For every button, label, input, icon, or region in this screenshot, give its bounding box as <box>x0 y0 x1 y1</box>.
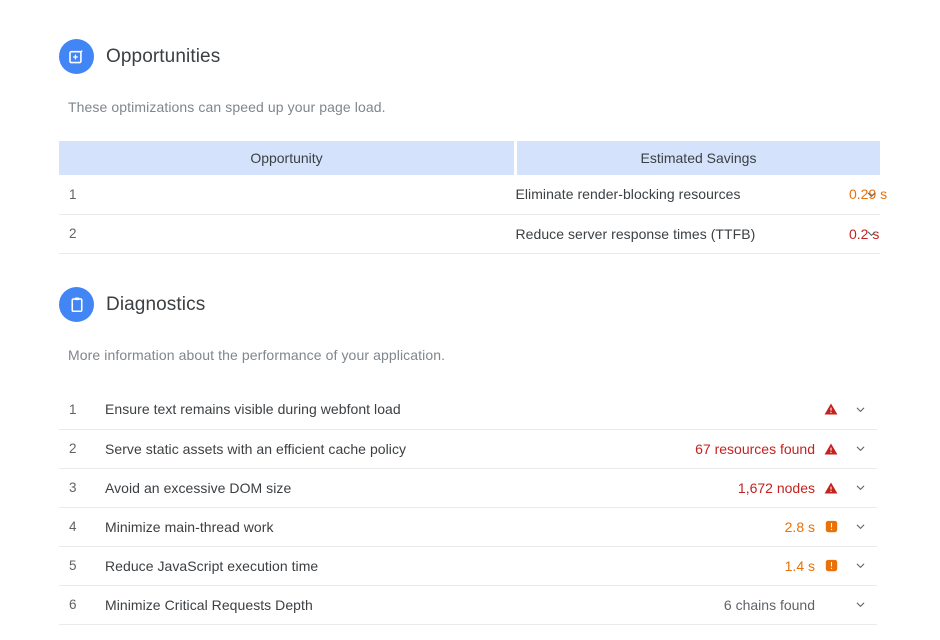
opportunities-title: Opportunities <box>106 45 221 67</box>
opportunities-table-header-row: Opportunity Estimated Savings <box>59 141 880 175</box>
diagnostic-value-wrap <box>577 400 877 418</box>
opportunity-page-sparkle-icon <box>59 39 94 74</box>
diagnostic-row-title: Avoid an excessive DOM size <box>105 479 292 496</box>
opportunities-table-body: 1 Eliminate render-blocking resources 0.29… <box>59 175 887 253</box>
opportunity-row-index: 1 <box>69 186 77 202</box>
chevron-down-icon[interactable] <box>862 225 880 243</box>
error-triangle-icon <box>824 481 838 495</box>
diagnostic-value-cell <box>577 390 877 429</box>
chevron-down-icon[interactable] <box>851 400 869 418</box>
opportunity-row-title: Reduce server response times (TTFB) <box>515 225 756 242</box>
opportunity-row-title: Eliminate render-blocking resources <box>515 186 741 203</box>
diagnostic-value-cell: 1.4 s <box>577 546 877 585</box>
diagnostics-description: More information about the performance o… <box>68 347 446 363</box>
opportunity-savings-wrap: 0.2 s <box>849 225 880 242</box>
lighthouse-report-body: Opportunities These optimizations can sp… <box>0 0 940 640</box>
diagnostics-table-body: 1 Ensure text remains visible during webf… <box>59 390 877 624</box>
diagnostic-row-title: Minimize Critical Requests Depth <box>105 596 313 613</box>
diagnostic-row[interactable]: 5 Reduce JavaScript execution time 1.4 s <box>59 546 877 585</box>
chevron-down-icon[interactable] <box>851 440 869 458</box>
opportunity-row[interactable]: 2 Reduce server response times (TTFB) 0.2 … <box>59 214 880 253</box>
diagnostic-value-cell: 67 resources found <box>577 429 877 468</box>
opportunities-description: These optimizations can speed up your pa… <box>68 99 386 115</box>
diagnostic-value: 1.4 s <box>784 557 815 574</box>
diagnostic-row-index: 1 <box>69 401 77 417</box>
opportunity-savings-wrap: 0.29 s <box>849 186 888 203</box>
diagnostic-row[interactable]: 3 Avoid an excessive DOM size 1,672 nodes <box>59 468 877 507</box>
diagnostic-row-title: Reduce JavaScript execution time <box>105 557 319 574</box>
diagnostic-row-title: Minimize main-thread work <box>105 518 274 535</box>
diagnostic-row-index: 3 <box>69 480 77 495</box>
opportunities-section-header: Opportunities <box>59 39 220 74</box>
diagnostic-row-title: Ensure text remains visible during webfo… <box>105 401 401 418</box>
chevron-down-icon[interactable] <box>851 518 869 536</box>
diagnostics-title: Diagnostics <box>106 293 206 315</box>
opportunities-table: Opportunity Estimated Savings 1 Eliminate… <box>59 141 887 254</box>
diagnostic-value: 6 chains found <box>723 596 815 613</box>
diagnostic-row-index: 2 <box>69 441 77 456</box>
diagnostic-value-cell: 1,672 nodes <box>577 468 877 507</box>
diagnostic-value: 2.8 s <box>784 518 815 535</box>
column-header-estimated-savings: Estimated Savings <box>515 141 880 175</box>
diagnostic-row[interactable]: 6 Minimize Critical Requests Depth 6 chain… <box>59 585 877 624</box>
diagnostics-section-header: Diagnostics <box>59 287 205 322</box>
error-triangle-icon <box>824 402 838 416</box>
opportunity-row[interactable]: 1 Eliminate render-blocking resources 0.29… <box>59 175 887 214</box>
chevron-down-icon[interactable] <box>862 185 880 203</box>
diagnostic-row-title: Serve static assets with an efficient ca… <box>105 440 407 457</box>
diagnostic-value-wrap: 1.4 s <box>577 557 877 575</box>
diagnostic-row-index: 6 <box>69 597 77 612</box>
diagnostic-value-wrap: 1,672 nodes <box>577 479 877 497</box>
chevron-down-icon[interactable] <box>851 557 869 575</box>
diagnostic-value-cell: 2.8 s <box>577 507 877 546</box>
warning-square-icon <box>824 559 838 573</box>
diagnostic-value-cell: 6 chains found <box>577 585 877 624</box>
diagnostic-value-wrap: 6 chains found <box>577 596 877 614</box>
diagnostics-table: 1 Ensure text remains visible during webf… <box>59 390 877 625</box>
diagnostic-value: 67 resources found <box>695 440 815 457</box>
warning-square-icon <box>824 520 838 534</box>
diagnostic-row[interactable]: 1 Ensure text remains visible during webf… <box>59 390 877 429</box>
column-header-opportunity: Opportunity <box>59 141 517 175</box>
opportunity-row-index: 2 <box>69 226 77 241</box>
diagnostic-row[interactable]: 2 Serve static assets with an efficient c… <box>59 429 877 468</box>
diagnostic-row[interactable]: 4 Minimize main-thread work 2.8 s <box>59 507 877 546</box>
diagnostic-value: 1,672 nodes <box>737 479 815 496</box>
diagnostic-row-index: 4 <box>69 519 77 534</box>
clipboard-icon <box>59 287 94 322</box>
chevron-down-icon[interactable] <box>851 479 869 497</box>
diagnostic-row-index: 5 <box>69 558 77 573</box>
diagnostic-value-wrap: 2.8 s <box>577 518 877 536</box>
diagnostic-value-wrap: 67 resources found <box>577 440 877 458</box>
chevron-down-icon[interactable] <box>851 596 869 614</box>
error-triangle-icon <box>824 442 838 456</box>
